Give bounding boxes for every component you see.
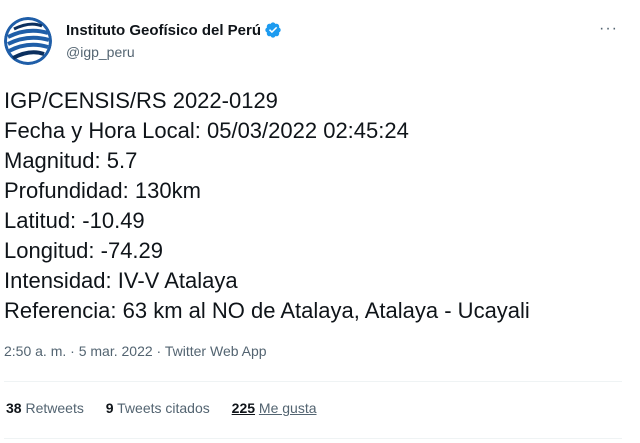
tweet-text: IGP/CENSIS/RS 2022-0129 Fecha y Hora Loc… [4,86,634,326]
account-handle[interactable]: @igp_peru [66,44,282,60]
display-name-link[interactable]: Instituto Geofísico del Perú [66,21,282,39]
tweet-line: Profundidad: 130km [4,178,201,203]
retweets-label: Retweets [25,400,84,416]
tweet-stats: 38 Retweets 9 Tweets citados 225 Me gust… [6,400,335,416]
quote-tweets-count: 9 [105,400,114,416]
tweet-line: Fecha y Hora Local: 05/03/2022 02:45:24 [4,118,409,143]
meta-separator: · [152,343,165,359]
tweet-line: Referencia: 63 km al NO de Atalaya, Atal… [4,298,530,323]
tweet-line: Magnitud: 5.7 [4,148,138,173]
likes-count: 225 [231,400,256,416]
tweet-header: Instituto Geofísico del Perú @igp_peru ·… [0,0,640,75]
divider [4,438,622,439]
tweet-line: Longitud: -74.29 [4,238,164,263]
likes-stat[interactable]: 225 Me gusta [232,400,317,416]
verified-badge-icon [265,22,281,38]
display-name: Instituto Geofísico del Perú [66,21,262,39]
meta-separator: · [66,343,79,359]
account-info: Instituto Geofísico del Perú @igp_peru [66,21,282,60]
tweet-source-link[interactable]: Twitter Web App [165,343,267,359]
quote-tweets-label: Tweets citados [117,400,210,416]
tweet-line: Intensidad: IV-V Atalaya [4,268,238,293]
retweets-stat[interactable]: 38 Retweets [6,400,88,416]
more-options-icon[interactable]: ··· [599,20,618,38]
tweet-line: Latitud: -10.49 [4,208,145,233]
divider [4,381,622,382]
tweet-time-link[interactable]: 2:50 a. m. [4,343,66,359]
tweet-date-link[interactable]: 5 mar. 2022 [79,343,153,359]
quote-tweets-stat[interactable]: 9 Tweets citados [106,400,214,416]
tweet-line: IGP/CENSIS/RS 2022-0129 [4,88,278,113]
likes-label: Me gusta [258,400,317,416]
igp-logo-icon [4,17,52,65]
retweets-count: 38 [6,400,22,416]
avatar[interactable] [4,17,52,65]
tweet-metadata: 2:50 a. m. · 5 mar. 2022 · Twitter Web A… [4,343,267,359]
